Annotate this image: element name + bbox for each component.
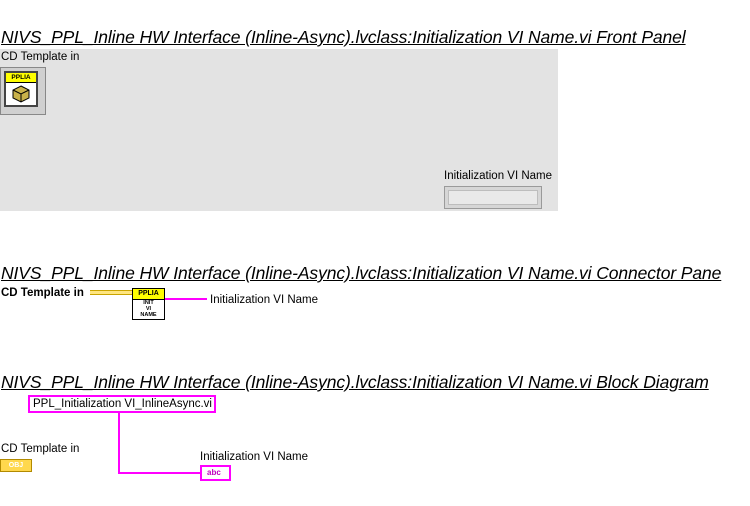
front-panel-heading: NIVS_PPL_Inline HW Interface (Inline-Asy…	[1, 27, 686, 47]
initialization-vi-name-indicator	[444, 186, 542, 209]
vi-icon-text: INIT VI NAME	[133, 300, 164, 318]
abc-text: abc	[207, 468, 221, 477]
pplia-class-icon-header: PPLIA	[6, 73, 36, 83]
connector-input-label: CD Template in	[1, 287, 84, 299]
vi-icon-header: PPLIA	[133, 289, 164, 300]
vi-icon: PPLIA INIT VI NAME	[132, 288, 165, 320]
string-constant[interactable]: PPL_Initialization VI_InlineAsync.vi	[28, 395, 216, 413]
initialization-vi-name-indicator-label: Initialization VI Name	[444, 170, 553, 182]
connector-pane-heading: NIVS_PPL_Inline HW Interface (Inline-Asy…	[1, 263, 722, 283]
initialization-vi-name-terminal[interactable]: abc	[200, 465, 231, 481]
block-diagram-heading: NIVS_PPL_Inline HW Interface (Inline-Asy…	[1, 372, 709, 392]
string-wire	[165, 298, 207, 300]
string-wire-horizontal	[118, 472, 200, 474]
vi-icon-line: NAME	[140, 312, 157, 318]
cd-template-terminal[interactable]: OBJ	[0, 459, 32, 472]
connector-output-label: Initialization VI Name	[210, 294, 319, 306]
string-wire-vertical	[118, 413, 120, 473]
bd-input-label: CD Template in	[1, 443, 80, 455]
cd-template-control-label: CD Template in	[1, 51, 80, 63]
class-wire	[90, 290, 132, 295]
class-cube-icon	[12, 85, 30, 103]
cd-template-control[interactable]: PPLIA	[0, 67, 46, 115]
bd-output-label: Initialization VI Name	[200, 451, 309, 463]
